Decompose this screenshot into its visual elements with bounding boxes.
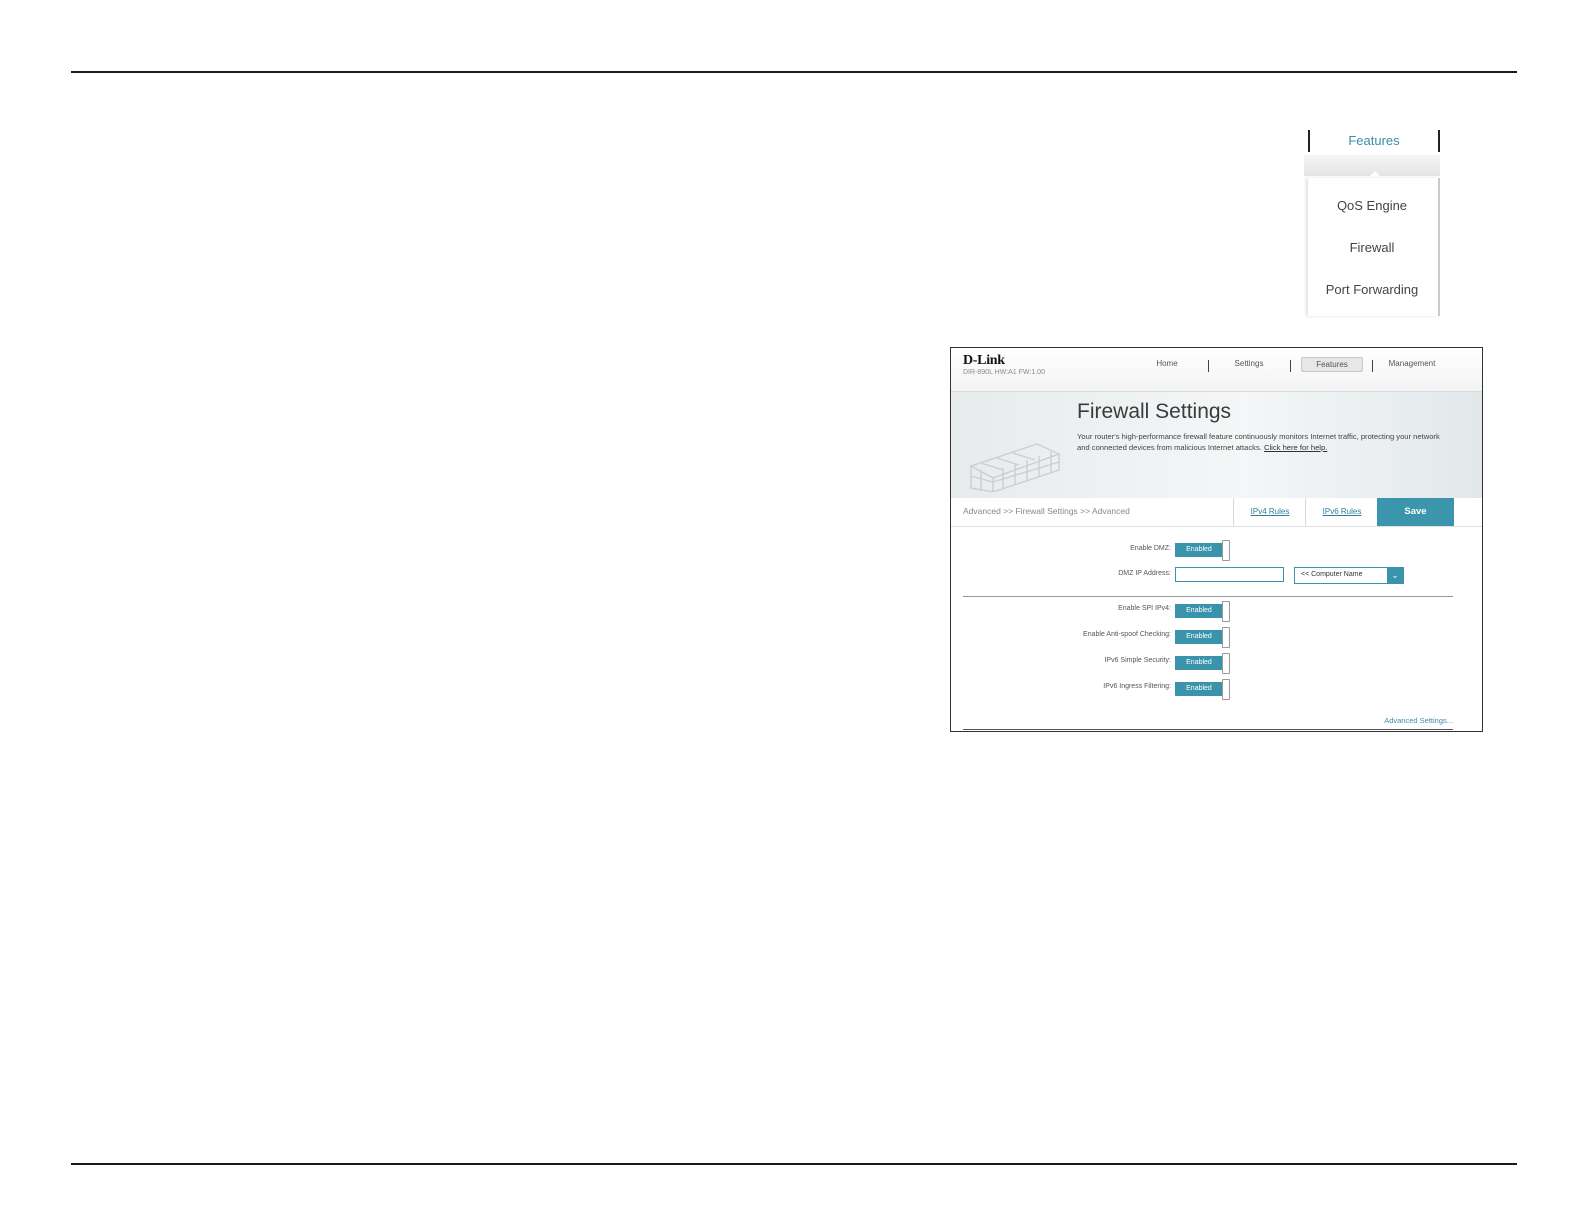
hero-banner: Firewall Settings Your router's high-per… <box>951 392 1482 498</box>
menu-item-port-forwarding[interactable]: Port Forwarding <box>1308 282 1436 297</box>
features-menu: Features QoS Engine Firewall Port Forwar… <box>1304 130 1440 316</box>
menu-notch <box>1368 171 1382 178</box>
menu-item-qos-engine[interactable]: QoS Engine <box>1308 198 1436 213</box>
router-header: D-Link DIR-890L HW:A1 FW:1.00 Home Setti… <box>951 348 1482 392</box>
anti-spoof-label: Enable Anti-spoof Checking: <box>1083 631 1171 638</box>
nav-separator <box>1208 360 1209 372</box>
dmz-ip-input[interactable] <box>1175 567 1284 582</box>
nav-home[interactable]: Home <box>1147 359 1187 368</box>
save-button[interactable]: Save <box>1377 498 1454 526</box>
nav-separator <box>1372 360 1373 372</box>
anti-spoof-toggle[interactable]: Enabled <box>1175 627 1230 648</box>
action-bar: Advanced >> Firewall Settings >> Advance… <box>951 498 1482 527</box>
page-description: Your router's high-performance firewall … <box>1077 431 1447 453</box>
toggle-knob <box>1222 627 1230 648</box>
toggle-state: Enabled <box>1186 607 1212 614</box>
bottom-rule <box>71 1163 1517 1165</box>
nav-settings[interactable]: Settings <box>1227 359 1271 368</box>
top-rule <box>71 71 1517 73</box>
toggle-knob <box>1222 653 1230 674</box>
brick-wall-icon <box>969 443 1061 492</box>
toggle-state: Enabled <box>1186 685 1212 692</box>
enable-dmz-toggle[interactable]: Enabled <box>1175 540 1230 561</box>
features-dropdown: QoS Engine Firewall Port Forwarding <box>1308 178 1440 316</box>
chevron-down-icon: ⌄ <box>1387 568 1403 583</box>
ipv6-simple-security-label: IPv6 Simple Security: <box>1104 657 1171 664</box>
page-title: Firewall Settings <box>1077 400 1232 423</box>
dmz-ip-label: DMZ IP Address: <box>1118 570 1171 577</box>
advanced-settings-link[interactable]: Advanced Settings... <box>1384 716 1453 725</box>
help-link[interactable]: Click here for help. <box>1264 443 1327 452</box>
nav-separator <box>1290 360 1291 372</box>
toggle-knob <box>1222 540 1230 561</box>
firewall-settings-screenshot: D-Link DIR-890L HW:A1 FW:1.00 Home Setti… <box>950 347 1483 732</box>
description-text: Your router's high-performance firewall … <box>1077 432 1440 452</box>
nav-management[interactable]: Management <box>1384 359 1440 368</box>
bottom-divider <box>963 729 1453 730</box>
toggle-state: Enabled <box>1186 546 1212 553</box>
toggle-state: Enabled <box>1186 633 1212 640</box>
ipv4-rules-link[interactable]: IPv4 Rules <box>1233 498 1306 526</box>
enable-spi-ipv4-toggle[interactable]: Enabled <box>1175 601 1230 622</box>
ipv6-ingress-filtering-toggle[interactable]: Enabled <box>1175 679 1230 700</box>
dlink-logo: D-Link <box>963 353 1005 368</box>
menu-item-firewall[interactable]: Firewall <box>1308 240 1436 255</box>
enable-dmz-label: Enable DMZ: <box>1130 545 1171 552</box>
model-info: DIR-890L HW:A1 FW:1.00 <box>963 369 1045 376</box>
ipv6-simple-security-toggle[interactable]: Enabled <box>1175 653 1230 674</box>
toggle-state: Enabled <box>1186 659 1212 666</box>
breadcrumb: Advanced >> Firewall Settings >> Advance… <box>963 506 1130 516</box>
features-tab[interactable]: Features <box>1308 130 1440 152</box>
section-divider <box>963 596 1453 597</box>
toggle-knob <box>1222 679 1230 700</box>
ipv6-rules-link[interactable]: IPv6 Rules <box>1305 498 1378 526</box>
select-value: << Computer Name <box>1301 571 1363 578</box>
nav-features[interactable]: Features <box>1301 357 1363 372</box>
enable-spi-ipv4-label: Enable SPI IPv4: <box>1118 605 1171 612</box>
ipv6-ingress-filtering-label: IPv6 Ingress Filtering: <box>1103 683 1171 690</box>
computer-name-select[interactable]: << Computer Name ⌄ <box>1294 567 1404 584</box>
toggle-knob <box>1222 601 1230 622</box>
